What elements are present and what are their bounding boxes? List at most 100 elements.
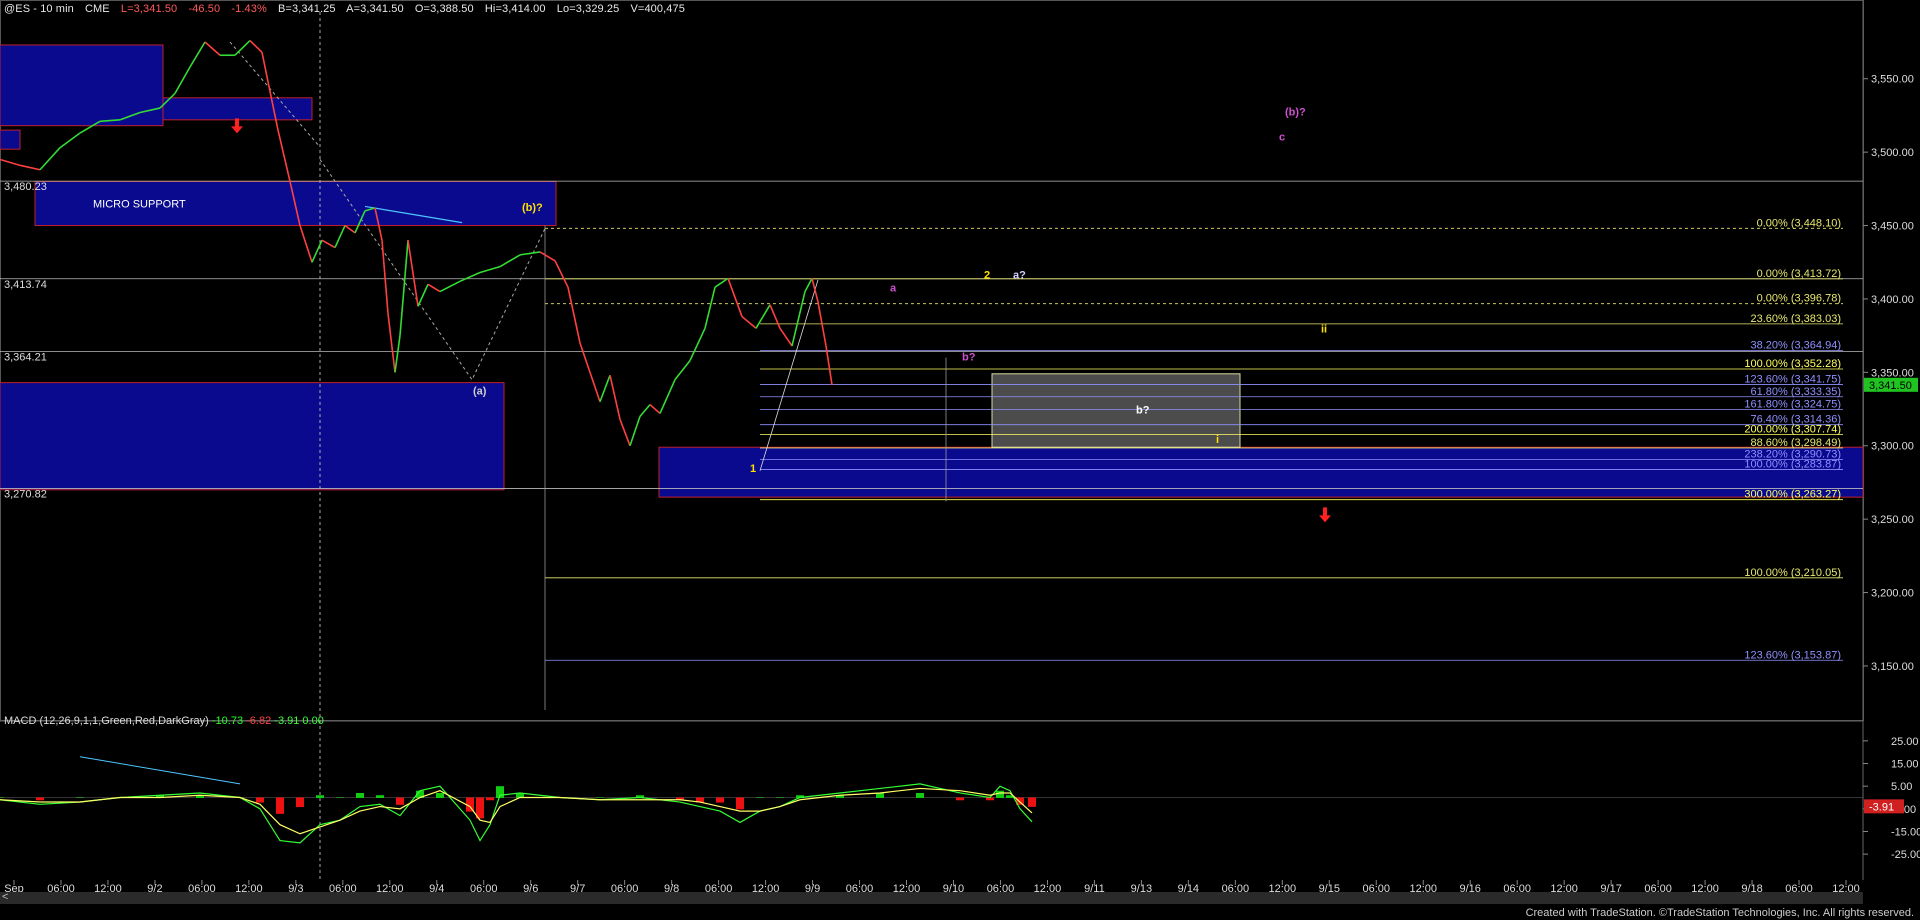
wave-label: 2: [984, 269, 990, 281]
macd-value: -10.73: [211, 715, 244, 727]
y-tick-label: 3,400.00: [1871, 294, 1914, 306]
macd-histogram-bar: [736, 797, 744, 810]
macd-histogram-bar: [356, 792, 364, 798]
y-tick-label: 3,250.00: [1871, 514, 1914, 526]
price-segment: [609, 375, 621, 420]
price-segment: [791, 291, 806, 347]
macd-diff-value: -3.91: [274, 715, 300, 727]
support-zone: [658, 446, 1864, 498]
macd-tick-label: 15.00: [1891, 759, 1919, 771]
price-segment: [629, 416, 641, 447]
down-arrow-icon: [1319, 507, 1331, 523]
macd-histogram-bar: [486, 797, 494, 801]
price-segment: [381, 240, 389, 314]
wave-label: b?: [962, 352, 976, 364]
macd-histogram-bar: [376, 795, 384, 798]
chart-header: @ES - 10 min CME L=3,341.50 -46.50 -1.43…: [4, 3, 693, 15]
symbol-label: @ES - 10 min: [4, 3, 74, 15]
price-segment: [427, 283, 441, 293]
price-segment: [649, 404, 661, 415]
fib-label: 100.00% (3,352.28): [1744, 358, 1841, 370]
macd-histogram-bar: [776, 797, 784, 798]
price-segment: [779, 327, 793, 347]
ask-label: A=3,341.50: [346, 3, 404, 15]
fib-label: 123.60% (3,153.87): [1744, 649, 1841, 661]
fib-label: 23.60% (3,383.03): [1750, 313, 1841, 325]
price-segment: [639, 404, 651, 417]
price-segment: [741, 315, 757, 329]
wave-label: a: [890, 283, 897, 295]
price-segment: [589, 372, 601, 402]
exchange-label: CME: [85, 3, 110, 15]
y-tick-label: 3,550.00: [1871, 74, 1914, 86]
price-segment: [579, 342, 591, 373]
support-zone: [0, 129, 21, 150]
volume-label: V=400,475: [630, 3, 685, 15]
price-segment: [174, 66, 191, 94]
macd-tick-label: -25.00: [1891, 849, 1920, 861]
price-segment: [689, 327, 706, 361]
scroll-left-icon[interactable]: <: [2, 891, 8, 903]
macd-histogram-bar: [756, 797, 764, 798]
macd-histogram-bar: [336, 797, 344, 798]
price-segment: [539, 251, 556, 262]
support-zone: [0, 382, 505, 491]
macd-tick-label: -15.00: [1891, 826, 1920, 838]
price-segment: [804, 278, 813, 292]
change-pct-label: -1.43%: [231, 3, 267, 15]
macd-tick-label: 25.00: [1891, 736, 1919, 748]
y-tick-label: 3,350.00: [1871, 367, 1914, 379]
high-label: Hi=3,414.00: [484, 3, 546, 15]
macd-histogram-bar: [716, 797, 724, 803]
price-segment: [261, 52, 269, 82]
bid-label: B=3,341.25: [278, 3, 336, 15]
price-segment: [39, 147, 61, 171]
price-segment: [479, 265, 501, 274]
horizontal-scrollbar[interactable]: <: [0, 891, 1863, 904]
price-segment: [407, 240, 419, 307]
price-segment: [659, 379, 676, 414]
zone-label: MICRO SUPPORT: [93, 199, 186, 211]
wave-label: ii: [1321, 324, 1327, 336]
wave-label: b?: [1136, 404, 1150, 416]
last-price-label: 3,341.50: [1869, 380, 1912, 392]
fib-label: 200.00% (3,307.74): [1744, 423, 1841, 435]
wave-label: (a): [473, 385, 487, 397]
y-tick-label: 3,150.00: [1871, 661, 1914, 673]
macd-histogram-bar: [1028, 797, 1036, 807]
price-segment: [19, 164, 41, 171]
down-arrow-icon: [231, 118, 243, 134]
macd-header: MACD (12,26,9,1,1,Green,Red,DarkGray) -1…: [4, 715, 324, 727]
y-tick-label: 3,450.00: [1871, 221, 1914, 233]
macd-label: MACD (12,26,9,1,1,Green,Red,DarkGray): [4, 715, 209, 727]
price-segment: [459, 271, 481, 283]
reference-line-label: 3,413.74: [4, 279, 47, 291]
open-label: O=3,388.50: [414, 3, 474, 15]
price-segment: [204, 41, 221, 56]
price-segment: [554, 260, 569, 288]
price-segment: [519, 251, 541, 256]
price-segment: [387, 313, 396, 373]
macd-histogram-bar: [276, 797, 284, 814]
price-segment: [399, 240, 409, 336]
price-segment: [189, 41, 206, 68]
price-segment: [394, 335, 401, 373]
fib-label: 161.80% (3,324.75): [1744, 398, 1841, 410]
price-chart[interactable]: 3,550.00 3,500.00 3,450.00 3,400.00 3,350.00…: [0, 0, 1920, 920]
trend-line: [229, 41, 319, 146]
price-segment: [321, 239, 336, 249]
y-tick-label: 3,300.00: [1871, 441, 1914, 453]
fib-label: 100.00% (3,283.87): [1744, 458, 1841, 470]
macd-signal-value: -6.82: [246, 715, 272, 727]
price-segment: [277, 129, 291, 182]
wave-label: 1: [750, 463, 756, 475]
reference-line-label: 3,364.21: [4, 351, 47, 363]
macd-histogram-bar: [436, 792, 444, 798]
fib-label: 61.80% (3,333.35): [1750, 386, 1841, 398]
fib-label: 0.00% (3,396.78): [1757, 293, 1841, 305]
price-segment: [334, 225, 346, 248]
price-segment: [234, 39, 251, 56]
macd-histogram-bar: [596, 797, 604, 798]
wave-label: (b)?: [522, 202, 543, 214]
price-segment: [344, 224, 356, 234]
